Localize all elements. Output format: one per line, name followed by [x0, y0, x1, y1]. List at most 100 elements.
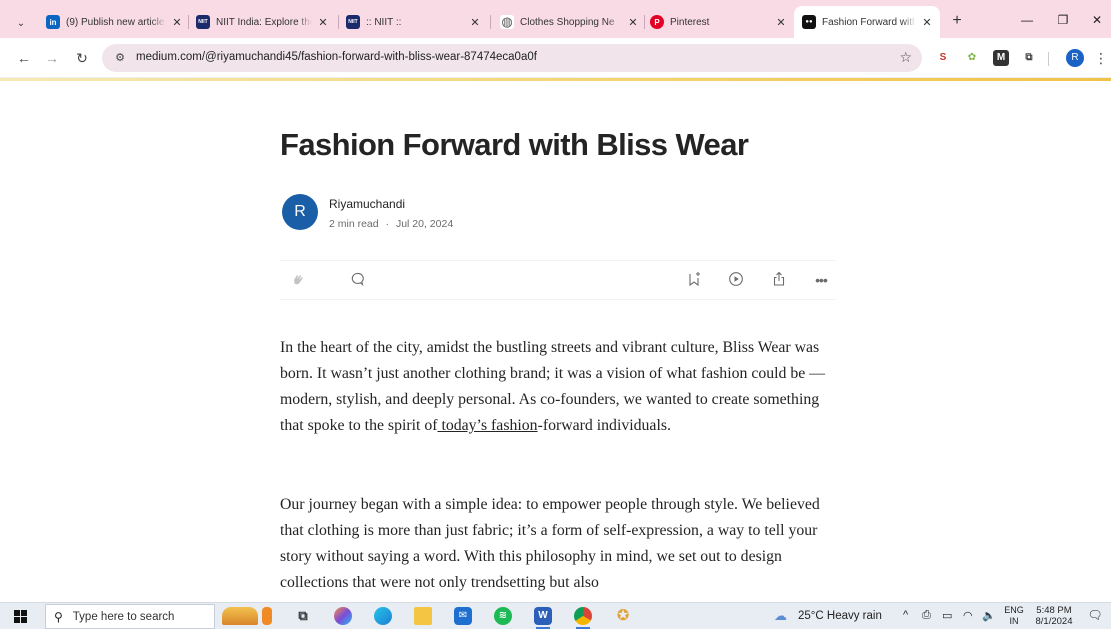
tab-title: Fashion Forward with: [822, 16, 916, 28]
reload-icon[interactable]: ↻: [72, 48, 92, 68]
m-extension-icon[interactable]: M: [993, 50, 1009, 66]
meta-separator: ·: [385, 218, 390, 230]
windows-start-icon[interactable]: [14, 610, 27, 623]
puzzle-extension-icon[interactable]: ⧉: [1021, 50, 1037, 66]
tab-linkedin[interactable]: in (9) Publish new article ✕: [46, 10, 184, 34]
weather-widget[interactable]: ☁ 25°C Heavy rain: [774, 608, 882, 624]
forward-arrow-icon[interactable]: →: [42, 48, 62, 68]
tab-title: :: NIIT ::: [366, 16, 402, 28]
article-meta: 2 min read · Jul 20, 2024: [329, 218, 453, 230]
globe-icon: ◍: [500, 14, 514, 29]
tab-search-chevron-icon[interactable]: ⌄: [10, 13, 32, 33]
paragraph-text: -forward individuals.: [537, 417, 671, 434]
s-extension-icon[interactable]: S: [935, 50, 951, 66]
tab-medium-active[interactable]: ●● Fashion Forward with ✕: [794, 6, 940, 38]
niit-icon: NIIT: [196, 15, 210, 29]
clap-icon[interactable]: [289, 271, 307, 289]
listen-play-icon[interactable]: [727, 271, 745, 289]
tab-title: NIIT India: Explore the: [216, 16, 312, 28]
leaf-extension-icon[interactable]: ✿: [964, 50, 980, 66]
tray-chevron-up-icon[interactable]: ^: [903, 609, 908, 621]
rain-cloud-icon: ☁: [774, 608, 787, 623]
author-name[interactable]: Riyamuchandi: [329, 197, 405, 211]
tray-battery-icon[interactable]: ▭: [942, 609, 952, 622]
tab-title: Clothes Shopping Ne: [520, 16, 615, 28]
toolbar-separator: [1048, 52, 1049, 66]
tab-pinterest[interactable]: P Pinterest ✕: [650, 10, 788, 34]
tab-separator: [188, 15, 189, 29]
medium-icon: ●●: [802, 15, 816, 29]
article-action-bar: •••: [280, 260, 836, 300]
tab-niit[interactable]: NIIT :: NIIT :: ✕: [346, 10, 482, 34]
new-tab-plus-icon[interactable]: +: [948, 12, 966, 30]
tray-device-icon[interactable]: ⎙: [922, 609, 931, 622]
more-options-icon[interactable]: •••: [812, 271, 830, 289]
weather-text: 25°C Heavy rain: [798, 610, 882, 622]
browser-menu-icon[interactable]: ⋮: [1094, 48, 1108, 68]
comment-icon[interactable]: [348, 271, 366, 289]
tab-close-icon[interactable]: ✕: [316, 16, 330, 29]
tab-title: Pinterest: [670, 16, 710, 28]
browser-toolbar: ← → ↻ ⚙ medium.com/@riyamuchandi45/fashi…: [0, 38, 1111, 78]
inline-link-todays-fashion[interactable]: today’s fashion: [438, 417, 537, 434]
tray-volume-icon[interactable]: 🔈: [982, 609, 996, 622]
notification-icon[interactable]: 🗨: [1086, 608, 1104, 624]
bookmark-star-icon[interactable]: ☆: [899, 49, 912, 66]
task-view-icon[interactable]: ⧉: [294, 607, 312, 625]
publish-date: Jul 20, 2024: [395, 218, 454, 230]
tab-separator: [338, 15, 339, 29]
windows-taskbar: ⚲ Type here to search ⧉ ✉ ≋ W ✪ ☁ 25°C H…: [0, 602, 1111, 629]
profile-avatar[interactable]: R: [1066, 49, 1084, 67]
language-code: ENG: [1004, 605, 1024, 615]
linkedin-icon: in: [46, 15, 60, 29]
pinterest-icon: P: [650, 15, 664, 29]
save-bookmark-icon[interactable]: [685, 271, 703, 289]
tab-strip: ⌄ in (9) Publish new article ✕ NIIT NIIT…: [0, 0, 1111, 38]
site-settings-icon[interactable]: ⚙: [112, 50, 128, 66]
widget-drink-icon[interactable]: [262, 607, 272, 625]
tab-separator: [490, 15, 491, 29]
mail-icon[interactable]: ✉: [454, 607, 472, 625]
word-icon[interactable]: W: [534, 607, 552, 629]
address-bar[interactable]: ⚙ medium.com/@riyamuchandi45/fashion-for…: [102, 44, 922, 72]
copilot-icon[interactable]: [334, 607, 352, 625]
tab-close-icon[interactable]: ✕: [468, 16, 482, 29]
taskbar-search-box[interactable]: ⚲ Type here to search: [45, 604, 215, 629]
tab-close-icon[interactable]: ✕: [920, 16, 934, 29]
article-paragraph-2: Our journey began with a simple idea: to…: [280, 496, 820, 591]
tab-close-icon[interactable]: ✕: [170, 16, 184, 29]
search-icon: ⚲: [54, 609, 63, 624]
clap-icon-svg: [294, 275, 303, 285]
listen-play-icon-svg: [729, 272, 743, 286]
widget-hat-icon[interactable]: [222, 607, 258, 625]
minimize-icon[interactable]: —: [1012, 10, 1042, 30]
window-close-icon[interactable]: ✕: [1082, 10, 1111, 30]
tray-wifi-icon[interactable]: ◠: [963, 609, 973, 622]
language-indicator[interactable]: ENG IN: [1003, 605, 1025, 627]
share-icon-svg: [773, 271, 785, 286]
system-clock[interactable]: 5:48 PM 8/1/2024: [1032, 605, 1076, 627]
tab-niit-india[interactable]: NIIT NIIT India: Explore the ✕: [196, 10, 330, 34]
url-text[interactable]: medium.com/@riyamuchandi45/fashion-forwa…: [136, 51, 537, 63]
article: Fashion Forward with Bliss Wear R Riyamu…: [280, 81, 836, 602]
read-time: 2 min read: [329, 218, 379, 230]
app-character-icon[interactable]: ✪: [614, 607, 632, 625]
file-explorer-icon[interactable]: [414, 607, 432, 625]
share-icon[interactable]: [770, 271, 788, 289]
comment-icon-svg: [351, 272, 364, 287]
tab-close-icon[interactable]: ✕: [774, 16, 788, 29]
back-arrow-icon[interactable]: ←: [14, 48, 34, 68]
niit-icon: NIIT: [346, 15, 360, 29]
author-avatar[interactable]: R: [282, 194, 318, 230]
tab-separator: [644, 15, 645, 29]
tab-title: (9) Publish new article: [66, 16, 165, 28]
save-bookmark-icon-svg: [689, 272, 700, 287]
search-placeholder: Type here to search: [72, 610, 175, 623]
tab-clothes-shopping[interactable]: ◍ Clothes Shopping Ne ✕: [500, 10, 640, 34]
restore-icon[interactable]: ❐: [1048, 10, 1078, 30]
edge-browser-icon[interactable]: [374, 607, 392, 625]
article-title: Fashion Forward with Bliss Wear: [280, 127, 749, 162]
spotify-icon[interactable]: ≋: [494, 607, 512, 625]
chrome-icon[interactable]: [574, 607, 592, 629]
tab-close-icon[interactable]: ✕: [626, 16, 640, 29]
